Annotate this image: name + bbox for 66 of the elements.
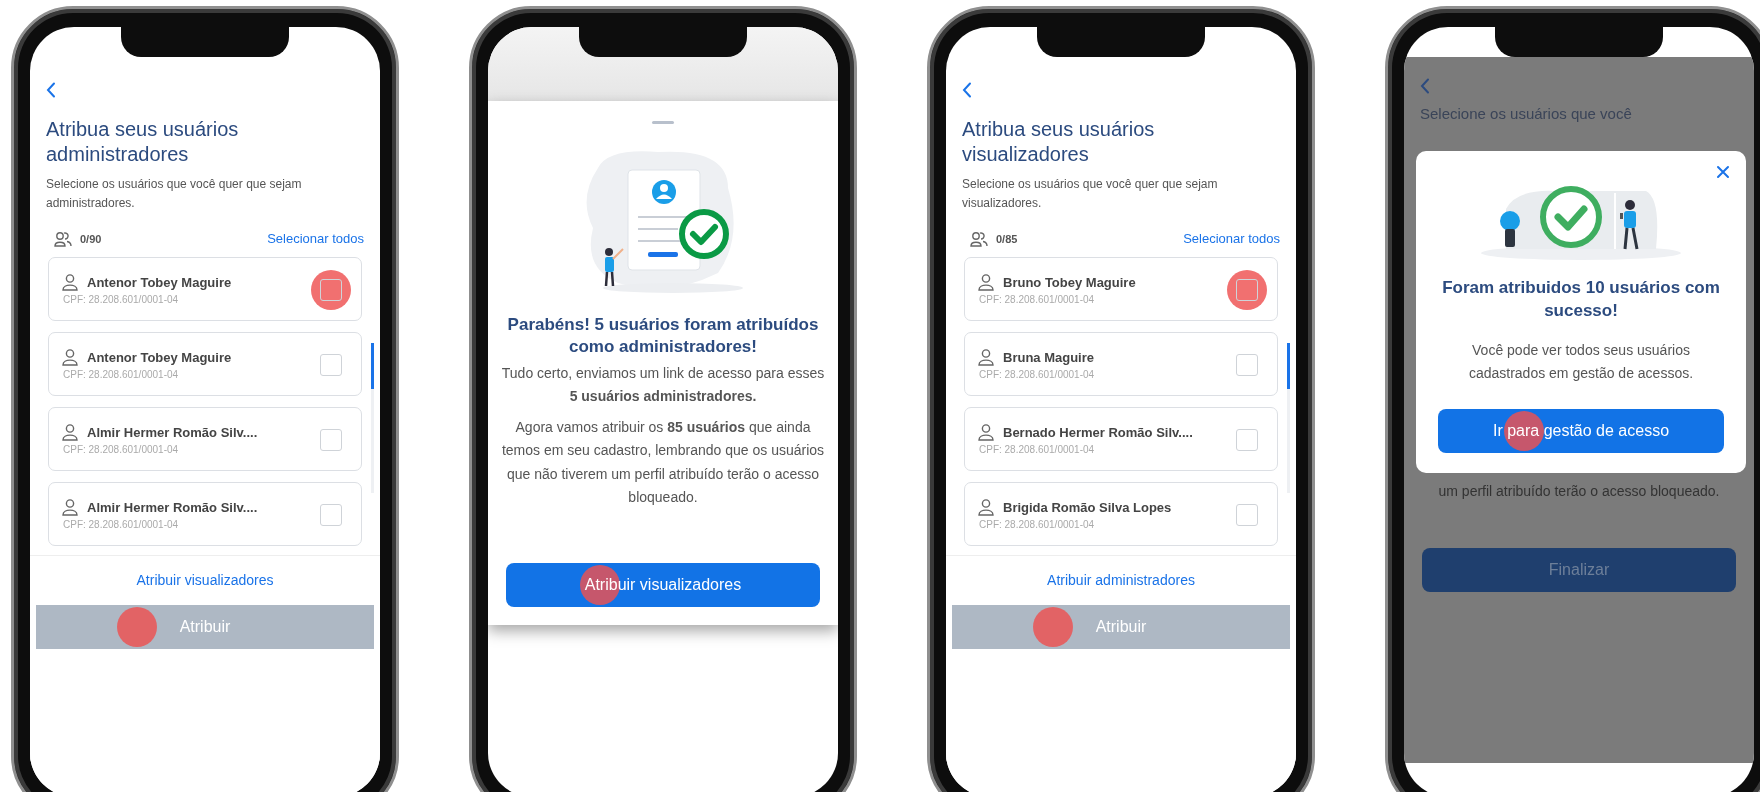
user-cpf: CPF: 28.208.601/0001-04 (63, 518, 180, 533)
user-icon (61, 273, 79, 292)
user-count: 0/85 (996, 231, 1018, 247)
users-icon (970, 231, 988, 248)
user-cpf: CPF: 28.208.601/0001-04 (63, 293, 180, 308)
sheet-paragraph: Agora vamos atribuir os 85 usuários que ainda temos em seu cadastro, lembrando que os usuários que não tiverem um perfil atribuído terão o acesso bloqueado. (500, 418, 826, 507)
user-card[interactable]: Bernado Hermer Romão Silv.... CPF: 28.208.601/0001-04 (964, 406, 1278, 471)
user-name: Almir Hermer Romão Silv.... (87, 423, 258, 442)
sheet-paragraph: Tudo certo, enviamos um link de acesso para esses 5 usuários administradores. (500, 364, 826, 407)
modal-text: Você pode ver todos seus usuários cadastrados em gestão de acessos. (1467, 340, 1695, 383)
screen-title: Atribua seus usuários administradores (46, 117, 240, 167)
primary-button[interactable]: Finalizar (1422, 548, 1736, 593)
secondary-link[interactable]: Atribuir administradores (946, 570, 1296, 591)
secondary-link[interactable]: Atribuir visualizadores (30, 570, 380, 591)
select-all-link[interactable]: Selecionar todos (267, 229, 364, 249)
user-cpf: CPF: 28.208.601/0001-04 (63, 443, 180, 458)
checkbox[interactable] (320, 353, 342, 376)
user-card[interactable]: Almir Hermer Romão Silv.... CPF: 28.208.601/0001-04 (48, 481, 362, 546)
background-title: Selecione os usuários que você (1419, 104, 1633, 124)
checkbox[interactable] (1236, 428, 1258, 451)
user-cpf: CPF: 28.208.601/0001-04 (979, 518, 1096, 533)
user-icon (61, 423, 79, 442)
checkbox[interactable] (1236, 353, 1258, 376)
user-name: Almir Hermer Romão Silv.... (87, 498, 258, 517)
user-card[interactable]: Almir Hermer Romão Silv.... CPF: 28.208.601/0001-04 (48, 406, 362, 471)
screen-title: Atribua seus usuários visualizadores (962, 117, 1156, 167)
user-card[interactable]: Antenor Tobey Maguire CPF: 28.208.601/0001-04 (48, 331, 362, 396)
screen-subtitle: Selecione os usuários que você quer que sejam administradores. (46, 176, 303, 213)
close-icon[interactable] (1716, 165, 1730, 179)
user-icon (977, 273, 995, 292)
modal-title: Foram atribuidos 10 usuários com sucesso! (1441, 277, 1721, 322)
back-icon[interactable] (962, 81, 972, 98)
checkbox[interactable] (320, 428, 342, 451)
checkbox[interactable] (1236, 503, 1258, 526)
users-icon (54, 231, 72, 248)
user-name: Bruna Maguire (1003, 348, 1094, 367)
user-count: 0/90 (80, 231, 102, 247)
user-cpf: CPF: 28.208.601/0001-04 (979, 293, 1096, 308)
user-name: Bruno Tobey Maguire (1003, 273, 1136, 292)
user-icon (977, 348, 995, 367)
select-all-link[interactable]: Selecionar todos (1183, 229, 1280, 249)
user-cpf: CPF: 28.208.601/0001-04 (979, 443, 1096, 458)
scrollbar (1287, 342, 1290, 389)
user-icon (977, 423, 995, 442)
user-card[interactable]: Bruna Maguire CPF: 28.208.601/0001-04 (964, 331, 1278, 396)
scrollbar (371, 342, 374, 389)
sheet-title: Parabéns! 5 usuários foram atribuídos como administradores! (506, 314, 820, 359)
user-cpf: CPF: 28.208.601/0001-04 (979, 368, 1096, 383)
screen-subtitle: Selecione os usuários que você quer que sejam visualizadores. (962, 176, 1219, 213)
back-icon[interactable] (1420, 77, 1430, 94)
user-icon (61, 498, 79, 517)
user-card[interactable]: Bruno Tobey Maguire CPF: 28.208.601/0001-04 (964, 256, 1278, 321)
user-icon (977, 498, 995, 517)
background-text: um perfil atribuído terão o acesso bloqueado. (1437, 481, 1721, 501)
user-name: Bernado Hermer Romão Silv.... (1003, 423, 1193, 442)
user-name: Antenor Tobey Maguire (87, 273, 232, 292)
user-card[interactable]: Antenor Tobey Maguire CPF: 28.208.601/0001-04 (48, 256, 362, 321)
user-card[interactable]: Brigida Romão Silva Lopes CPF: 28.208.601/0001-04 (964, 481, 1278, 546)
user-icon (61, 348, 79, 367)
back-icon[interactable] (46, 81, 56, 98)
user-cpf: CPF: 28.208.601/0001-04 (63, 368, 180, 383)
user-name: Antenor Tobey Maguire (87, 348, 232, 367)
primary-button[interactable]: Ir para gestão de acesso (1438, 409, 1724, 454)
checkbox[interactable] (320, 503, 342, 526)
sheet-handle[interactable] (652, 121, 674, 124)
user-name: Brigida Romão Silva Lopes (1003, 498, 1172, 517)
